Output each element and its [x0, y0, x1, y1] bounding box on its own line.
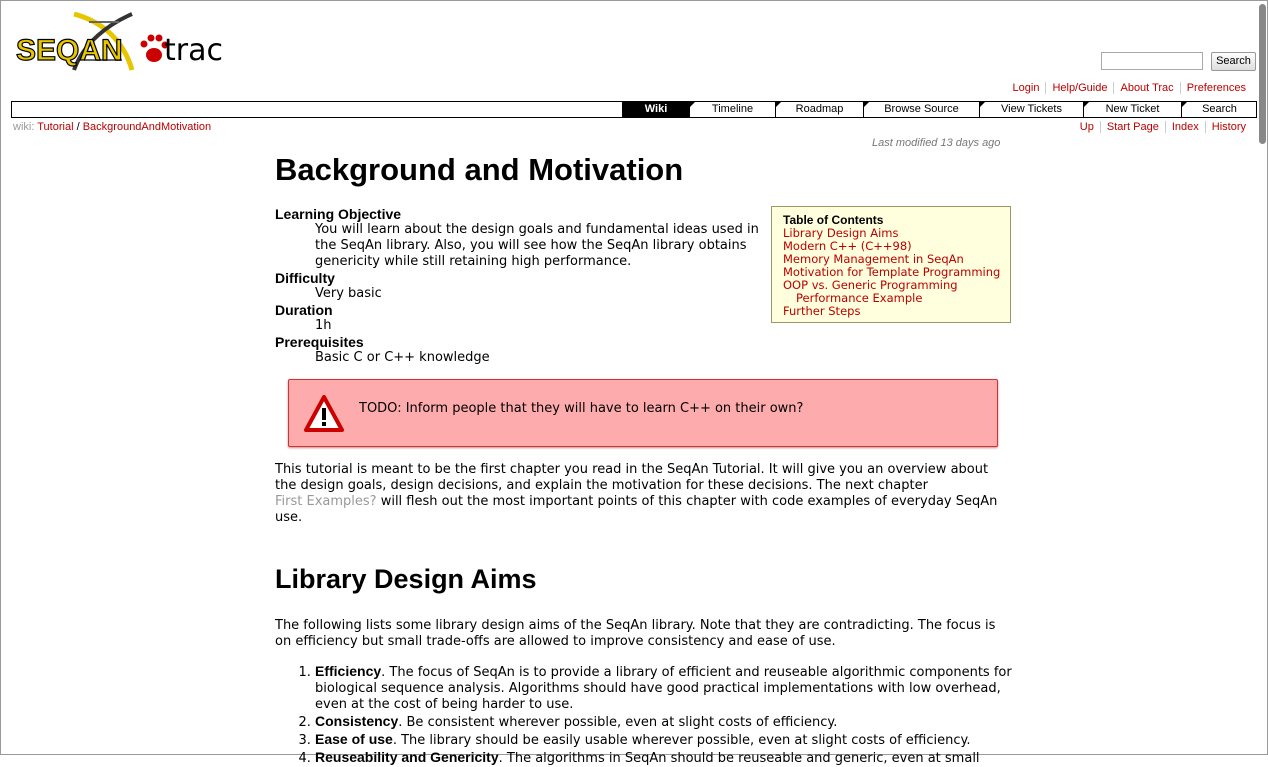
- tab-view-tickets[interactable]: View Tickets: [979, 102, 1083, 117]
- aim-text: . The library should be easily usable wh…: [392, 733, 971, 748]
- todo-warning-box: TODO: Inform people that they will have …: [288, 379, 998, 447]
- context-nav: Up Start Page Index History: [1074, 121, 1252, 133]
- index-link[interactable]: Index: [1164, 121, 1205, 133]
- page-title: Background and Motivation: [275, 152, 684, 187]
- breadcrumb: wiki: Tutorial / BackgroundAndMotivation: [13, 121, 211, 133]
- intro-text-after: will flesh out the most important points…: [275, 494, 998, 525]
- toc-item[interactable]: Further Steps: [783, 304, 860, 318]
- desc-prerequisites: Basic C or C++ knowledge: [315, 350, 490, 365]
- first-examples-link[interactable]: First Examples?: [275, 494, 377, 509]
- main-nav: Wiki Timeline Roadmap Browse Source View…: [11, 101, 1257, 118]
- history-link[interactable]: History: [1204, 121, 1252, 133]
- list-item: Consistency. Be consistent wherever poss…: [315, 713, 1015, 731]
- logo-trac-text: trac: [164, 33, 223, 68]
- aim-text: . Be consistent wherever possible, even …: [398, 715, 838, 730]
- preferences-link[interactable]: Preferences: [1179, 82, 1252, 94]
- intro-text-before: This tutorial is meant to be the first c…: [275, 462, 989, 493]
- tab-new-ticket[interactable]: New Ticket: [1083, 102, 1181, 117]
- desc-difficulty: Very basic: [315, 286, 382, 301]
- up-link[interactable]: Up: [1074, 121, 1100, 133]
- about-trac-link[interactable]: About Trac: [1113, 82, 1180, 94]
- seqan-trac-logo[interactable]: SEQAN trac: [14, 12, 229, 74]
- list-item: Reuseability and Genericity. The algorit…: [315, 749, 1015, 767]
- term-learning-objective: Learning Objective: [275, 206, 402, 222]
- breadcrumb-separator: /: [76, 121, 80, 133]
- start-page-link[interactable]: Start Page: [1099, 121, 1165, 133]
- metadata-list: Learning Objective You will learn about …: [275, 206, 765, 366]
- toc-item[interactable]: Motivation for Template Programming: [783, 265, 1000, 279]
- list-item: Efficiency. The focus of SeqAn is to pro…: [315, 663, 1015, 713]
- todo-text: TODO: Inform people that they will have …: [359, 401, 804, 416]
- desc-learning-objective: You will learn about the design goals an…: [315, 222, 759, 269]
- aim-term: Reuseability and Genericity: [315, 749, 499, 765]
- toc-item[interactable]: OOP vs. Generic Programming: [783, 278, 958, 292]
- logo-seqan-text: SEQAN: [16, 34, 123, 67]
- warning-icon: [304, 395, 344, 432]
- toc-item[interactable]: Memory Management in SeqAn: [783, 252, 964, 266]
- table-of-contents: Table of Contents Library Design Aims Mo…: [771, 206, 1011, 323]
- breadcrumb-current-link[interactable]: BackgroundAndMotivation: [83, 121, 211, 133]
- tab-search[interactable]: Search: [1181, 102, 1257, 117]
- tab-browse-source[interactable]: Browse Source: [863, 102, 979, 117]
- aim-text: . The algorithms in SeqAn should be reus…: [498, 751, 980, 766]
- breadcrumb-label: wiki:: [13, 121, 35, 133]
- tab-wiki[interactable]: Wiki: [622, 102, 689, 117]
- aim-term: Consistency: [315, 713, 399, 729]
- section-heading: Library Design Aims: [275, 564, 537, 594]
- intro-paragraph: This tutorial is meant to be the first c…: [275, 462, 1000, 526]
- breadcrumb-tutorial-link[interactable]: Tutorial: [37, 121, 73, 133]
- term-difficulty: Difficulty: [275, 270, 335, 286]
- login-link[interactable]: Login: [1007, 82, 1046, 94]
- scrollbar[interactable]: [1259, 4, 1266, 144]
- help-guide-link[interactable]: Help/Guide: [1045, 82, 1114, 94]
- meta-nav: Login Help/Guide About Trac Preferences: [1007, 82, 1252, 94]
- aim-text: . The focus of SeqAn is to provide a lib…: [315, 665, 1012, 712]
- design-aims-list: Efficiency. The focus of SeqAn is to pro…: [275, 663, 1015, 767]
- aim-term: Efficiency: [315, 663, 382, 679]
- toc-subitem[interactable]: Performance Example: [796, 291, 922, 305]
- desc-duration: 1h: [315, 318, 332, 333]
- term-prerequisites: Prerequisites: [275, 334, 364, 350]
- search-button[interactable]: Search: [1211, 52, 1256, 71]
- section-intro: The following lists some library design …: [275, 618, 996, 649]
- term-duration: Duration: [275, 302, 333, 318]
- aim-term: Ease of use: [315, 731, 393, 747]
- tab-timeline[interactable]: Timeline: [689, 102, 775, 117]
- last-modified[interactable]: Last modified 13 days ago: [872, 137, 1000, 149]
- search-input[interactable]: [1101, 52, 1203, 70]
- toc-item[interactable]: Modern C++ (C++98): [783, 239, 912, 253]
- toc-item[interactable]: Library Design Aims: [783, 226, 898, 240]
- list-item: Ease of use. The library should be easil…: [315, 731, 1015, 749]
- tab-roadmap[interactable]: Roadmap: [775, 102, 863, 117]
- toc-title: Table of Contents: [783, 213, 884, 227]
